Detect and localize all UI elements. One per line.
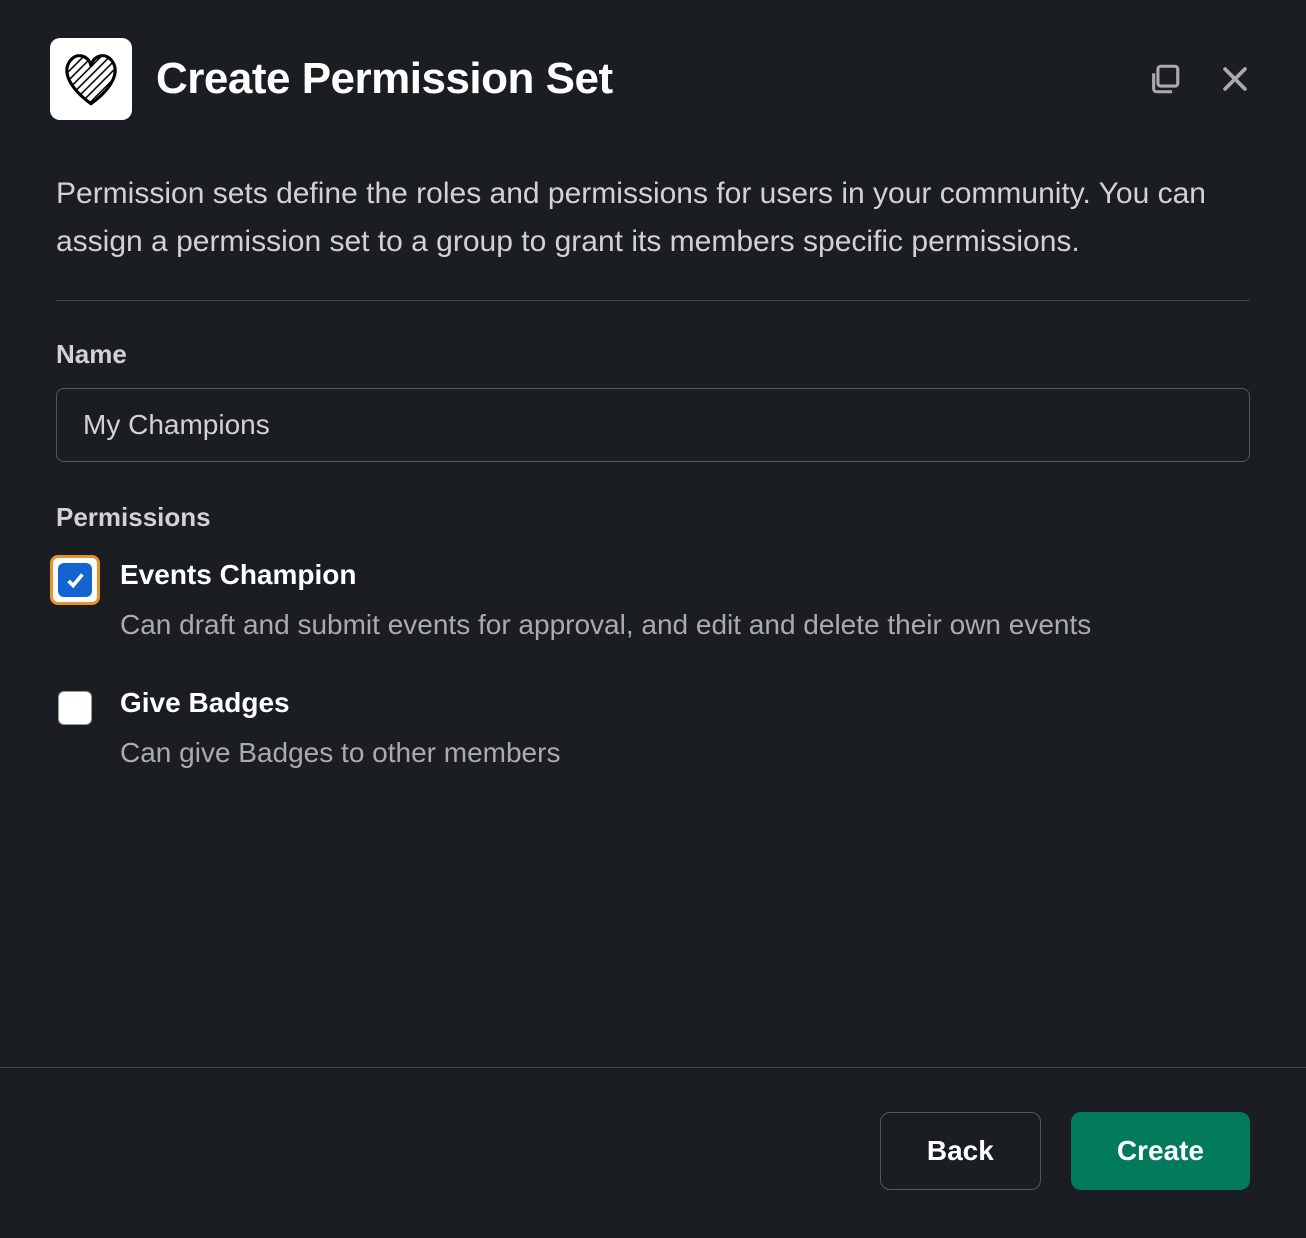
checkbox-unchecked-icon xyxy=(58,691,92,725)
modal-body: Permission sets define the roles and per… xyxy=(0,150,1306,1067)
header-actions xyxy=(1144,58,1256,100)
pop-out-icon xyxy=(1148,62,1182,96)
permission-title: Give Badges xyxy=(120,687,1250,719)
permission-row-events-champion: Events Champion Can draft and submit eve… xyxy=(56,559,1250,649)
heart-rope-icon xyxy=(58,46,124,112)
modal-footer: Back Create xyxy=(0,1067,1306,1238)
permission-description: Can draft and submit events for approval… xyxy=(120,601,1250,649)
close-icon xyxy=(1218,62,1252,96)
create-permission-set-modal: Create Permission Set Permission sets de… xyxy=(0,0,1306,1238)
back-button[interactable]: Back xyxy=(880,1112,1041,1190)
permission-text: Events Champion Can draft and submit eve… xyxy=(120,559,1250,649)
description-text: Permission sets define the roles and per… xyxy=(56,170,1250,266)
modal-title: Create Permission Set xyxy=(156,54,1120,104)
events-champion-checkbox[interactable] xyxy=(56,561,94,599)
permission-title: Events Champion xyxy=(120,559,1250,591)
permission-description: Can give Badges to other members xyxy=(120,729,1250,777)
create-button[interactable]: Create xyxy=(1071,1112,1250,1190)
permission-text: Give Badges Can give Badges to other mem… xyxy=(120,687,1250,777)
checkbox-checked-icon xyxy=(58,563,92,597)
give-badges-checkbox[interactable] xyxy=(56,689,94,727)
divider xyxy=(56,300,1250,301)
name-input[interactable] xyxy=(56,388,1250,462)
app-icon xyxy=(50,38,132,120)
pop-out-button[interactable] xyxy=(1144,58,1186,100)
modal-header: Create Permission Set xyxy=(0,0,1306,150)
close-button[interactable] xyxy=(1214,58,1256,100)
permissions-label: Permissions xyxy=(56,502,1250,533)
name-label: Name xyxy=(56,339,1250,370)
permission-row-give-badges: Give Badges Can give Badges to other mem… xyxy=(56,687,1250,777)
